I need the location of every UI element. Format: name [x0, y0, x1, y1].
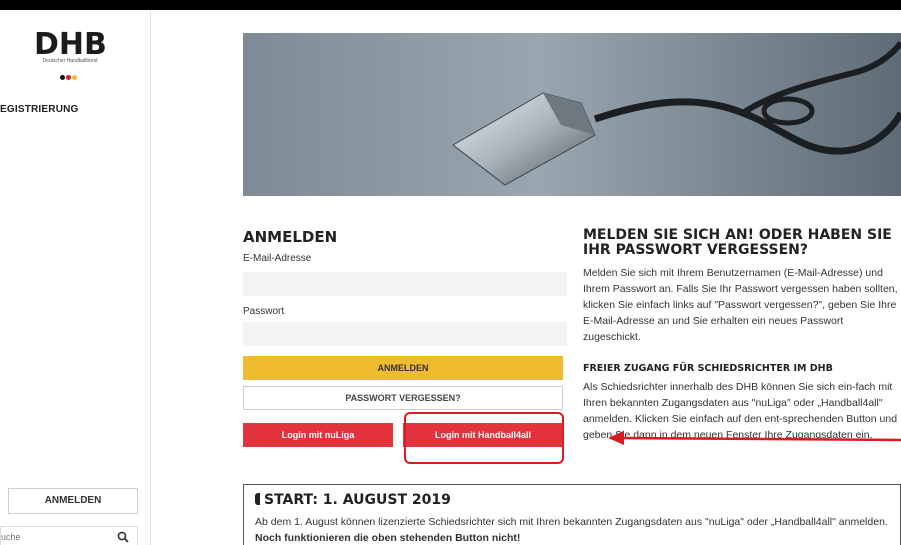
info-heading: MELDEN SIE SICH AN! ODER HABEN SIE IHR P…	[583, 227, 892, 258]
search-input[interactable]	[1, 527, 101, 545]
start-text-regular: Ab dem 1. August können lizenzierte Schi…	[255, 516, 888, 528]
sidebar-login-button[interactable]: ANMELDEN	[8, 488, 138, 514]
nav-registration-link[interactable]: EGISTRIERUNG	[0, 104, 79, 115]
dhb-logo-text: DHB	[34, 27, 107, 62]
password-label: Passwort	[243, 306, 285, 317]
nuliga-login-button[interactable]: Login mit nuLiga	[243, 423, 393, 447]
forgot-password-button[interactable]: PASSWORT VERGESSEN?	[243, 386, 563, 410]
search-icon[interactable]	[117, 531, 129, 543]
login-heading: ANMELDEN	[243, 228, 338, 246]
start-heading-text: START: 1. AUGUST 2019	[264, 492, 451, 508]
sidebar-search	[0, 526, 138, 545]
email-field[interactable]	[243, 272, 567, 296]
annotation-highlight-box	[404, 412, 564, 464]
hero-whistle-image	[243, 33, 901, 196]
start-marker-icon	[255, 493, 260, 505]
annotation-arrow-icon	[608, 431, 901, 445]
referee-heading: FREIER ZUGANG FÜR SCHIEDSRICHTER IM DHB	[583, 363, 833, 374]
browser-page: DHB Deutscher Handballbund EGISTRIERUNG …	[0, 10, 901, 545]
login-submit-button[interactable]: ANMELDEN	[243, 356, 563, 380]
email-label: E-Mail-Adresse	[243, 253, 312, 264]
password-field[interactable]	[243, 322, 567, 346]
sidebar: DHB Deutscher Handballbund EGISTRIERUNG …	[0, 10, 151, 545]
info-paragraph: Melden Sie sich mit Ihrem Benutzernamen …	[583, 267, 898, 343]
start-text: Ab dem 1. August können lizenzierte Schi…	[255, 514, 895, 545]
start-heading: START: 1. AUGUST 2019	[255, 492, 451, 508]
logo-subtitle: Deutscher Handballbund	[42, 58, 98, 64]
whistle-image	[452, 41, 901, 186]
logo-flag-dots	[60, 67, 78, 85]
start-text-bold: Noch funktionieren die oben stehenden Bu…	[255, 532, 521, 544]
